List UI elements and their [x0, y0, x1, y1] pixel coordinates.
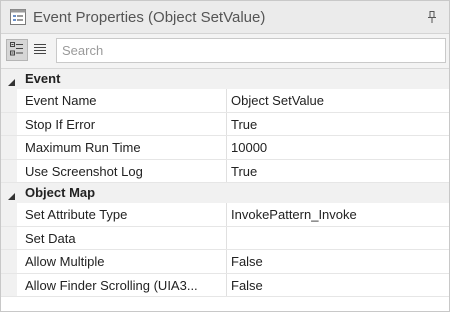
property-row[interactable]: Use Screenshot Log True: [1, 159, 449, 183]
row-gutter: [1, 203, 17, 226]
property-value[interactable]: InvokePattern_Invoke: [231, 207, 445, 222]
property-value[interactable]: False: [231, 254, 445, 269]
pin-icon[interactable]: [427, 11, 437, 23]
property-row[interactable]: Set Data: [1, 226, 449, 250]
collapse-arrow-icon[interactable]: [7, 75, 17, 86]
column-divider[interactable]: [226, 159, 227, 182]
alphabetical-list-icon: [33, 43, 47, 58]
row-gutter: [1, 89, 17, 112]
properties-window-icon: [10, 9, 26, 25]
categorized-view-button[interactable]: [6, 39, 28, 61]
property-value[interactable]: 10000: [231, 140, 445, 155]
property-name: Set Data: [25, 230, 76, 246]
column-divider[interactable]: [226, 89, 227, 112]
search-input[interactable]: [56, 38, 446, 63]
property-value[interactable]: True: [231, 117, 445, 132]
property-name: Allow Multiple: [25, 254, 105, 269]
property-name: Event Name: [25, 93, 97, 108]
property-grid: Event Event Name Object SetValue Stop If…: [1, 69, 449, 297]
categorized-view-icon: [10, 41, 24, 59]
window-title: Event Properties (Object SetValue): [33, 9, 266, 26]
toolbar: [1, 34, 449, 69]
row-gutter: [1, 250, 17, 273]
property-row[interactable]: Event Name Object SetValue: [1, 89, 449, 113]
property-row[interactable]: Set Attribute Type InvokePattern_Invoke: [1, 203, 449, 227]
column-divider[interactable]: [226, 273, 227, 296]
column-divider[interactable]: [226, 112, 227, 135]
column-divider[interactable]: [226, 136, 227, 159]
property-value[interactable]: True: [231, 164, 445, 179]
property-row[interactable]: Stop If Error True: [1, 112, 449, 136]
column-divider[interactable]: [226, 226, 227, 249]
category-label: Event: [25, 71, 61, 86]
category-event[interactable]: Event: [1, 69, 449, 89]
properties-panel: Event Properties (Object SetValue) Searc…: [0, 0, 450, 312]
row-gutter: [1, 136, 17, 159]
title-bar: Event Properties (Object SetValue): [1, 1, 449, 34]
property-row[interactable]: Maximum Run Time 10000: [1, 136, 449, 160]
row-gutter: [1, 273, 17, 296]
alphabetical-view-button[interactable]: [29, 39, 51, 61]
column-divider[interactable]: [226, 203, 227, 226]
property-value[interactable]: Object SetValue: [231, 93, 445, 108]
property-row[interactable]: Allow Finder Scrolling (UIA3... False: [1, 273, 449, 297]
collapse-arrow-icon[interactable]: [7, 189, 17, 200]
property-row[interactable]: Allow Multiple False: [1, 250, 449, 274]
row-gutter: [1, 226, 17, 249]
property-name: Set Attribute Type: [25, 207, 128, 222]
property-name: Stop If Error: [25, 116, 96, 132]
row-gutter: [1, 159, 17, 182]
category-object-map[interactable]: Object Map: [1, 183, 449, 203]
property-name: Maximum Run Time: [25, 140, 141, 155]
property-value[interactable]: False: [231, 278, 445, 293]
row-gutter: [1, 112, 17, 135]
column-divider[interactable]: [226, 250, 227, 273]
property-name: Allow Finder Scrolling (UIA3...: [25, 277, 198, 293]
category-label: Object Map: [25, 185, 96, 200]
property-name: Use Screenshot Log: [25, 163, 143, 179]
